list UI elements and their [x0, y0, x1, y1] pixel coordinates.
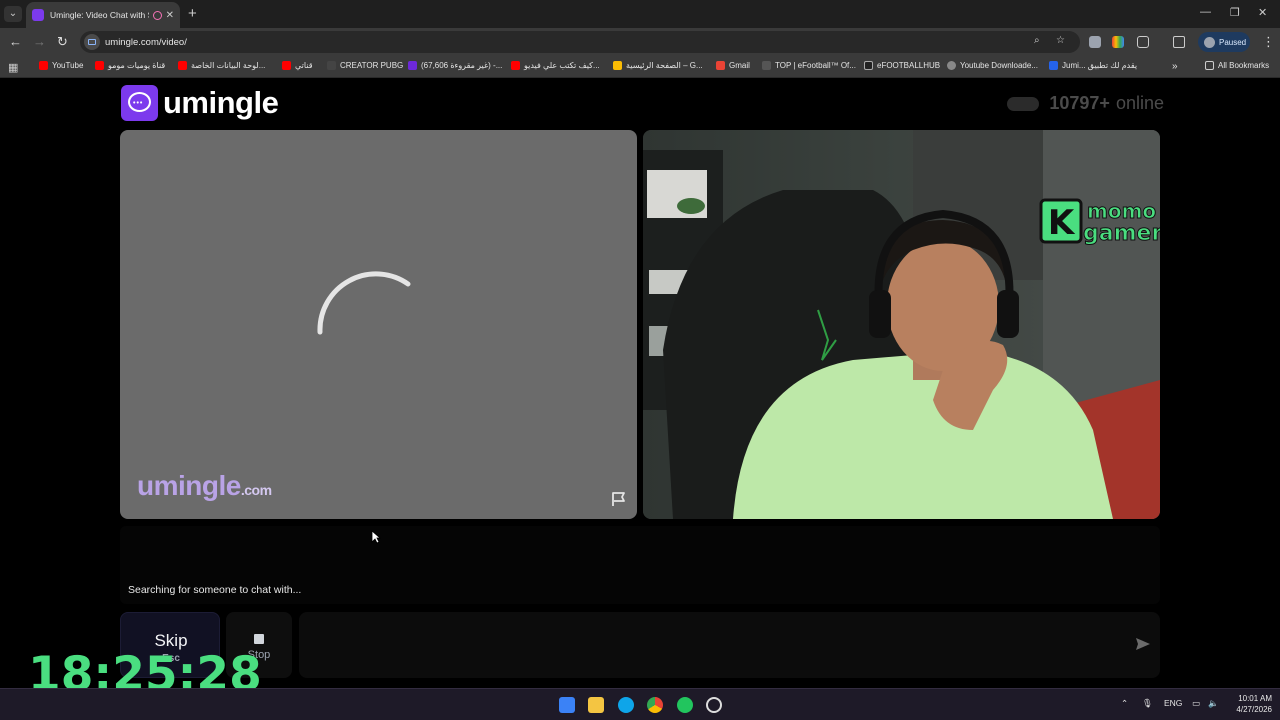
status-text: Searching for someone to chat with...	[128, 584, 302, 596]
youtube-icon	[282, 61, 291, 70]
youtube-icon	[178, 61, 187, 70]
clock-date: 4/27/2026	[1236, 705, 1272, 714]
momo-gamer-stream-logo: K momo gamer	[1039, 198, 1160, 247]
active-tab[interactable]: Umingle: Video Chat with S ✕	[26, 2, 180, 28]
volume-icon[interactable]: 🔈	[1208, 698, 1219, 709]
stream-logo-bottom: gamer	[1083, 221, 1160, 246]
minimize-window-button[interactable]: —	[1200, 6, 1211, 18]
globe-icon	[947, 61, 956, 70]
profile-paused-button[interactable]: Paused	[1198, 32, 1250, 52]
back-button[interactable]: ←	[9, 34, 22, 49]
extensions-puzzle-icon[interactable]	[1137, 36, 1149, 48]
gmail-icon	[716, 61, 725, 70]
bookmark-item[interactable]: Youtube Downloade...	[947, 61, 1038, 70]
network-icon[interactable]: ▭	[1192, 698, 1200, 709]
system-clock[interactable]: 10:01 AM 4/27/2026	[1226, 693, 1272, 715]
microphone-icon[interactable]: 🎙	[1142, 698, 1153, 709]
bookmark-item[interactable]: (67,606 غير مقروءة) -...	[408, 61, 502, 70]
online-label: online	[1115, 93, 1164, 113]
site-info-icon[interactable]	[84, 34, 100, 50]
folder-icon	[1205, 61, 1214, 70]
bookmark-item[interactable]: قناتي	[282, 61, 313, 70]
stream-logo-letter: K	[1048, 203, 1076, 243]
stranger-video: umingle.com	[120, 130, 637, 519]
address-bar[interactable]: umingle.com/video/ ⌕ ☆	[80, 31, 1080, 53]
youtube-icon	[95, 61, 104, 70]
jumia-icon	[1049, 61, 1058, 70]
bookmark-item[interactable]: Gmail	[716, 61, 750, 70]
bookmark-item[interactable]: TOP | eFootball™ Of...	[762, 61, 856, 70]
restore-window-button[interactable]: ❐	[1230, 6, 1240, 19]
recording-indicator-icon	[152, 10, 162, 20]
send-icon[interactable]	[1135, 636, 1151, 652]
tray-chevron-icon[interactable]: ⌃	[1121, 698, 1128, 709]
close-window-button[interactable]: ✕	[1258, 6, 1267, 19]
reload-button[interactable]: ↻	[57, 34, 68, 50]
umingle-watermark: umingle.com	[137, 470, 272, 501]
online-counter: 10797+ online	[1007, 93, 1164, 114]
new-tab-button[interactable]: +	[188, 5, 197, 22]
language-indicator[interactable]: ENG	[1164, 698, 1182, 708]
windows-start-icon[interactable]	[559, 697, 575, 713]
profile-avatar	[1204, 36, 1215, 48]
chat-bubble-logo-icon: •••	[121, 85, 158, 121]
mouse-cursor-icon	[371, 530, 381, 544]
report-flag-icon[interactable]	[611, 491, 627, 507]
edge-browser-icon[interactable]	[618, 697, 634, 713]
bookmark-item[interactable]: CREATOR PUBG	[327, 61, 403, 70]
webcam-scene: K momo gamer	[643, 130, 1160, 519]
tab-title: Umingle: Video Chat with S	[50, 10, 149, 20]
windows-taskbar: ⌃ 🎙 ENG ▭ 🔈 10:01 AM 4/27/2026	[0, 688, 1280, 720]
efootball-icon	[762, 61, 771, 70]
youtube-icon	[39, 61, 48, 70]
browser-menu-icon[interactable]: ⋮	[1262, 34, 1275, 50]
forward-button[interactable]: →	[33, 34, 46, 49]
creator-pubg-icon	[327, 61, 336, 70]
bookmark-item[interactable]: eFOOTBALLHUB	[864, 61, 940, 70]
browser-toolbar: ← → ↻ umingle.com/video/ ⌕ ☆ ⋮	[0, 28, 1280, 56]
more-bookmarks-chevron-icon[interactable]: »	[1172, 61, 1178, 72]
chat-log: Searching for someone to chat with...	[120, 526, 1160, 604]
chrome-icon[interactable]	[647, 697, 663, 713]
file-explorer-icon[interactable]	[588, 697, 604, 713]
umingle-favicon-icon	[32, 9, 44, 21]
apps-grid-icon[interactable]: ▦	[8, 61, 18, 74]
close-tab-icon[interactable]: ✕	[166, 10, 174, 21]
bookmark-item[interactable]: قناة يوميات مومو	[95, 61, 165, 70]
youtube-icon	[511, 61, 520, 70]
theme-toggle[interactable]	[1007, 96, 1040, 111]
recorder-icon[interactable]	[706, 697, 722, 713]
tab-search-dropdown[interactable]: ⌄	[4, 6, 22, 22]
camera-extension-icon[interactable]	[1089, 36, 1101, 48]
bookmark-item[interactable]: لوحة البيانات الخاصة...	[178, 61, 265, 70]
efootballhub-icon	[864, 61, 873, 70]
stream-logo-top: momo	[1087, 199, 1156, 223]
self-webcam-video: K momo gamer	[643, 130, 1160, 519]
url-text: umingle.com/video/	[105, 36, 187, 48]
google-drive-icon	[613, 61, 622, 70]
loading-spinner-icon	[317, 271, 411, 335]
color-extension-icon[interactable]	[1112, 36, 1124, 48]
paused-label: Paused	[1219, 37, 1247, 47]
umingle-logo[interactable]: ••• umingle	[121, 85, 279, 121]
message-input[interactable]	[299, 612, 1160, 678]
bookmark-item[interactable]: Jumi... يقدم لك تطبيق	[1049, 61, 1137, 70]
stop-square-icon	[254, 634, 264, 644]
clock-time: 10:01 AM	[1238, 694, 1272, 703]
yahoo-mail-icon	[408, 61, 417, 70]
all-bookmarks-button[interactable]: All Bookmarks	[1205, 61, 1269, 70]
bookmark-star-icon[interactable]: ☆	[1056, 35, 1065, 46]
zoom-icon[interactable]: ⌕	[1034, 35, 1040, 46]
tab-strip: ⌄ Umingle: Video Chat with S ✕ + — ❐ ✕	[0, 0, 1280, 28]
umingle-page: ••• umingle 10797+ online umingle.com K …	[0, 79, 1280, 688]
xbox-icon[interactable]	[677, 697, 693, 713]
reading-list-icon[interactable]	[1173, 36, 1185, 48]
brand-name: umingle	[163, 85, 279, 120]
bookmark-item[interactable]: كيف تكتب علي فيديو...	[511, 61, 600, 70]
bookmarks-bar: ▦ YouTube قناة يوميات مومو لوحة البيانات…	[0, 56, 1280, 78]
online-count: 10797+	[1049, 93, 1110, 113]
bookmark-item[interactable]: الصفحة الرئيسية – G...	[613, 61, 703, 70]
bookmark-item[interactable]: YouTube	[39, 61, 83, 70]
